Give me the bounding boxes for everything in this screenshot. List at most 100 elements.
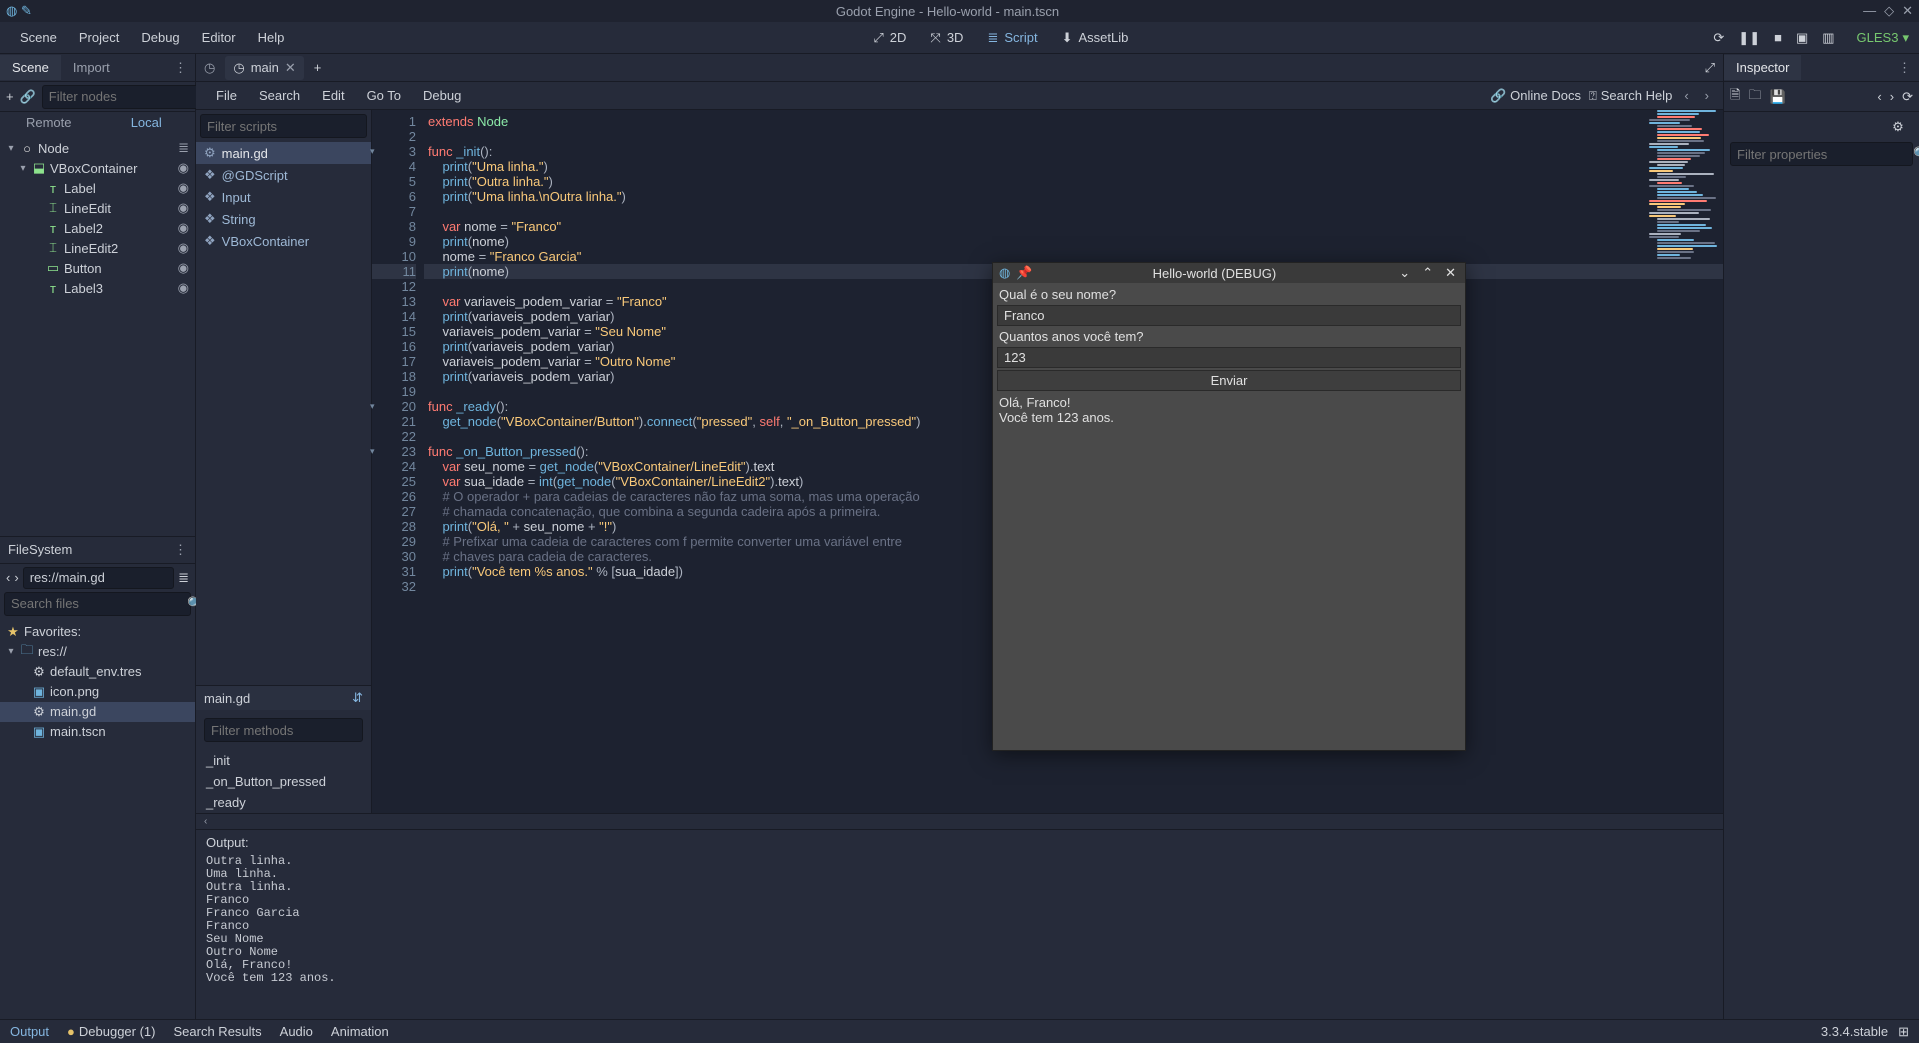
play-project-button[interactable]: ⟳	[1707, 26, 1730, 50]
script-fwd-button[interactable]: ›	[1701, 88, 1713, 103]
scene-node-label2[interactable]: ᴛLabel2◉	[0, 218, 195, 238]
status-search-results[interactable]: Search Results	[174, 1024, 262, 1039]
local-toggle[interactable]: Local	[98, 112, 196, 136]
pause-button[interactable]: ❚❚	[1732, 26, 1766, 50]
script-item--gdscript[interactable]: ❖@GDScript	[196, 164, 371, 186]
close-tab-button[interactable]: ✕	[285, 60, 296, 76]
method-_init[interactable]: _init	[196, 750, 371, 771]
tab-3d[interactable]: ⤧3D	[920, 26, 973, 50]
stop-button[interactable]: ■	[1768, 26, 1788, 49]
script-item-input[interactable]: ❖Input	[196, 186, 371, 208]
history-back-button[interactable]: ‹	[1877, 89, 1881, 104]
filter-properties-input[interactable]: 🔍	[1730, 142, 1913, 166]
game-debug-window[interactable]: ◍ 📌 Hello-world (DEBUG) ⌄ ⌃ ✕ Qual é o s…	[992, 262, 1466, 751]
visibility-icon[interactable]: ◉	[178, 160, 189, 176]
enviar-button[interactable]: Enviar	[997, 370, 1461, 391]
menu-project[interactable]: Project	[69, 26, 129, 49]
visibility-icon[interactable]: ◉	[178, 200, 189, 216]
input-idade[interactable]: 123	[997, 347, 1461, 368]
status-debugger[interactable]: Debugger (1)	[67, 1024, 155, 1039]
scene-node-node[interactable]: ▾○Node≣	[0, 138, 195, 158]
visibility-icon[interactable]: ◉	[178, 220, 189, 236]
script-menu-go-to[interactable]: Go To	[357, 85, 411, 106]
maximize-button[interactable]: ◇	[1884, 3, 1894, 19]
scene-panel-menu[interactable]: ⋮	[166, 60, 195, 76]
script-item-vboxcontainer[interactable]: ❖VBoxContainer	[196, 230, 371, 252]
tab-main-scene[interactable]: ◷ main ✕	[225, 56, 303, 80]
script-icon[interactable]: ≣	[178, 140, 189, 156]
path-input[interactable]: res://main.gd	[23, 567, 174, 589]
fs-item-main-gd[interactable]: ⚙main.gd	[0, 702, 195, 722]
scene-tree[interactable]: ▾○Node≣▾⬓VBoxContainer◉ᴛLabel◉⌶LineEdit◉…	[0, 136, 195, 536]
play-custom-scene-button[interactable]: ▥	[1816, 26, 1840, 50]
menu-editor[interactable]: Editor	[192, 26, 246, 49]
nav-fwd-button[interactable]: ›	[14, 570, 18, 585]
fs-item-main-tscn[interactable]: ▣main.tscn	[0, 722, 195, 742]
tab-import[interactable]: Import	[61, 55, 122, 80]
debug-close-button[interactable]: ✕	[1442, 265, 1459, 281]
history-fwd-button[interactable]: ›	[1890, 89, 1894, 104]
script-item-main-gd[interactable]: ⚙main.gd	[196, 142, 371, 164]
fs-item-default_env-tres[interactable]: ⚙default_env.tres	[0, 662, 195, 682]
close-button[interactable]: ✕	[1902, 3, 1913, 19]
status-output[interactable]: Output	[10, 1024, 49, 1039]
online-docs-link[interactable]: 🔗Online Docs	[1490, 88, 1581, 104]
visibility-icon[interactable]: ◉	[178, 240, 189, 256]
scene-node-lineedit[interactable]: ⌶LineEdit◉	[0, 198, 195, 218]
new-resource-button[interactable]: 🗎	[1730, 86, 1740, 108]
input-nome[interactable]: Franco	[997, 305, 1461, 326]
tab-script[interactable]: ≣Script	[977, 26, 1047, 50]
tab-2d[interactable]: ⤢2D	[863, 26, 916, 50]
method-_on_Button_pressed[interactable]: _on_Button_pressed	[196, 771, 371, 792]
inspector-panel-menu[interactable]: ⋮	[1890, 60, 1919, 76]
remote-toggle[interactable]: Remote	[0, 112, 98, 136]
status-animation[interactable]: Animation	[331, 1024, 389, 1039]
filesystem-tree[interactable]: ★Favorites: ▾🗀res://⚙default_env.tres▣ic…	[0, 620, 195, 1020]
play-scene-button[interactable]: ▣	[1790, 26, 1814, 50]
refresh-button[interactable]: ⟳	[1902, 89, 1913, 105]
script-menu-search[interactable]: Search	[249, 85, 310, 106]
filter-scripts-input[interactable]: 🔍	[200, 114, 367, 138]
visibility-icon[interactable]: ◉	[178, 260, 189, 276]
filter-methods-input[interactable]: 🔍	[204, 718, 363, 742]
visibility-icon[interactable]: ◉	[178, 180, 189, 196]
tab-assetlib[interactable]: ⬇AssetLib	[1052, 26, 1139, 50]
debug-min-button[interactable]: ⌄	[1396, 265, 1413, 281]
fs-item-res---[interactable]: ▾🗀res://	[0, 642, 195, 662]
scene-node-label3[interactable]: ᴛLabel3◉	[0, 278, 195, 298]
menu-debug[interactable]: Debug	[131, 26, 189, 49]
view-mode-button[interactable]: ≣	[178, 570, 189, 586]
scene-node-vboxcontainer[interactable]: ▾⬓VBoxContainer◉	[0, 158, 195, 178]
scene-node-label[interactable]: ᴛLabel◉	[0, 178, 195, 198]
status-audio[interactable]: Audio	[280, 1024, 313, 1039]
fs-item-icon-png[interactable]: ▣icon.png	[0, 682, 195, 702]
layout-icon[interactable]: ⊞	[1898, 1024, 1909, 1040]
load-resource-button[interactable]: 🗀	[1748, 86, 1761, 108]
menu-help[interactable]: Help	[248, 26, 295, 49]
distraction-free-button[interactable]: ⤢	[1705, 60, 1715, 76]
script-menu-debug[interactable]: Debug	[413, 85, 471, 106]
scene-node-lineedit2[interactable]: ⌶LineEdit2◉	[0, 238, 195, 258]
visibility-icon[interactable]: ◉	[178, 280, 189, 296]
script-back-button[interactable]: ‹	[1680, 88, 1692, 103]
method-_ready[interactable]: _ready	[196, 792, 371, 813]
nav-back-button[interactable]: ‹	[6, 570, 10, 585]
filesystem-panel-menu[interactable]: ⋮	[174, 542, 187, 558]
settings-icon[interactable]: ⚙	[1887, 116, 1909, 138]
link-button[interactable]: 🔗	[20, 86, 36, 108]
sort-icon[interactable]: ⇵	[352, 690, 363, 706]
scene-node-button[interactable]: ▭Button◉	[0, 258, 195, 278]
tab-inspector[interactable]: Inspector	[1724, 55, 1801, 80]
menu-scene[interactable]: Scene	[10, 26, 67, 49]
script-item-string[interactable]: ❖String	[196, 208, 371, 230]
script-menu-file[interactable]: File	[206, 85, 247, 106]
collapse-handle[interactable]: ‹	[196, 813, 1723, 829]
minimize-button[interactable]: —	[1863, 3, 1876, 19]
pin-icon[interactable]: 📌	[1016, 265, 1032, 281]
search-help-link[interactable]: ⍰Search Help	[1589, 88, 1672, 104]
script-menu-edit[interactable]: Edit	[312, 85, 354, 106]
add-node-button[interactable]: +	[6, 86, 14, 108]
renderer-selector[interactable]: GLES3 ▾	[1857, 30, 1909, 46]
tab-scene[interactable]: Scene	[0, 55, 61, 80]
new-tab-button[interactable]: +	[314, 60, 322, 75]
